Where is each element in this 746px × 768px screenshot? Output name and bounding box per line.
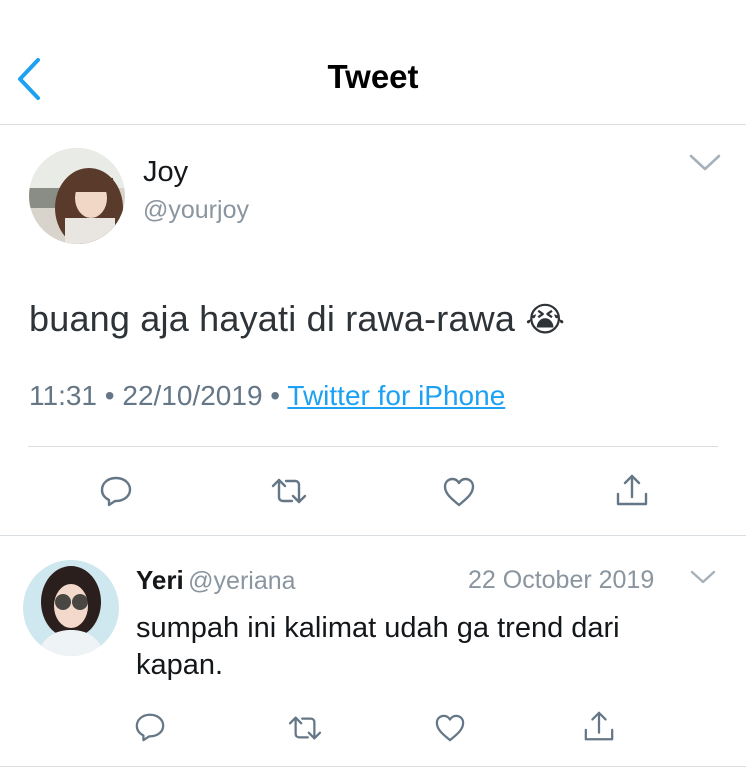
tweet-text-line: buang aja hayati di rawa-rawa 😭 [29, 298, 565, 340]
reply-author-name[interactable]: Yeri [136, 565, 184, 595]
reply-like-button[interactable] [434, 713, 466, 743]
like-icon [443, 477, 475, 507]
reply-icon [135, 713, 165, 742]
divider [0, 535, 746, 536]
retweet-button[interactable] [270, 475, 308, 507]
reply-retweet-button[interactable] [287, 713, 323, 743]
share-button[interactable] [615, 474, 649, 508]
avatar-image [29, 148, 125, 244]
divider [0, 766, 746, 767]
like-button[interactable] [442, 476, 476, 508]
tweet-date: 22/10/2019 [122, 380, 263, 411]
reply-share-button[interactable] [583, 710, 615, 744]
meta-separator: • [104, 380, 115, 411]
like-icon [435, 714, 465, 742]
tweet-options-button[interactable] [688, 152, 722, 179]
crying-face-emoji: 😭 [525, 301, 566, 339]
tweet-metadata: 11:31 • 22/10/2019 • Twitter for iPhone [29, 380, 505, 412]
share-icon [616, 474, 648, 506]
chevron-down-icon [690, 570, 716, 584]
tweet-text: buang aja hayati di rawa-rawa [29, 298, 516, 339]
page-title: Tweet [327, 58, 419, 95]
author-handle[interactable]: @yourjoy [143, 196, 249, 225]
author-name[interactable]: Joy [143, 156, 188, 189]
reply-reply-button[interactable] [134, 711, 166, 743]
avatar-image [23, 560, 119, 656]
chevron-down-icon [689, 154, 721, 171]
divider [28, 446, 718, 447]
tweet-time: 11:31 [29, 380, 97, 411]
reply-author-handle[interactable]: @yeriana [188, 567, 295, 595]
reply-text: sumpah ini kalimat udah ga trend dari ka… [136, 612, 620, 681]
reply-author-avatar[interactable] [23, 560, 119, 656]
reply-options-button[interactable] [690, 569, 716, 591]
reply-date: 22 October 2019 [468, 566, 655, 594]
reply-icon [100, 476, 132, 507]
retweet-icon [288, 716, 322, 740]
tweet-source-link[interactable]: Twitter for iPhone [287, 380, 505, 411]
reply-button[interactable] [99, 474, 133, 508]
meta-separator: • [270, 380, 281, 411]
reply-author: Yeri @yeriana [136, 565, 296, 596]
retweet-icon [271, 478, 307, 504]
author-avatar[interactable] [29, 148, 125, 244]
share-icon [584, 711, 614, 741]
